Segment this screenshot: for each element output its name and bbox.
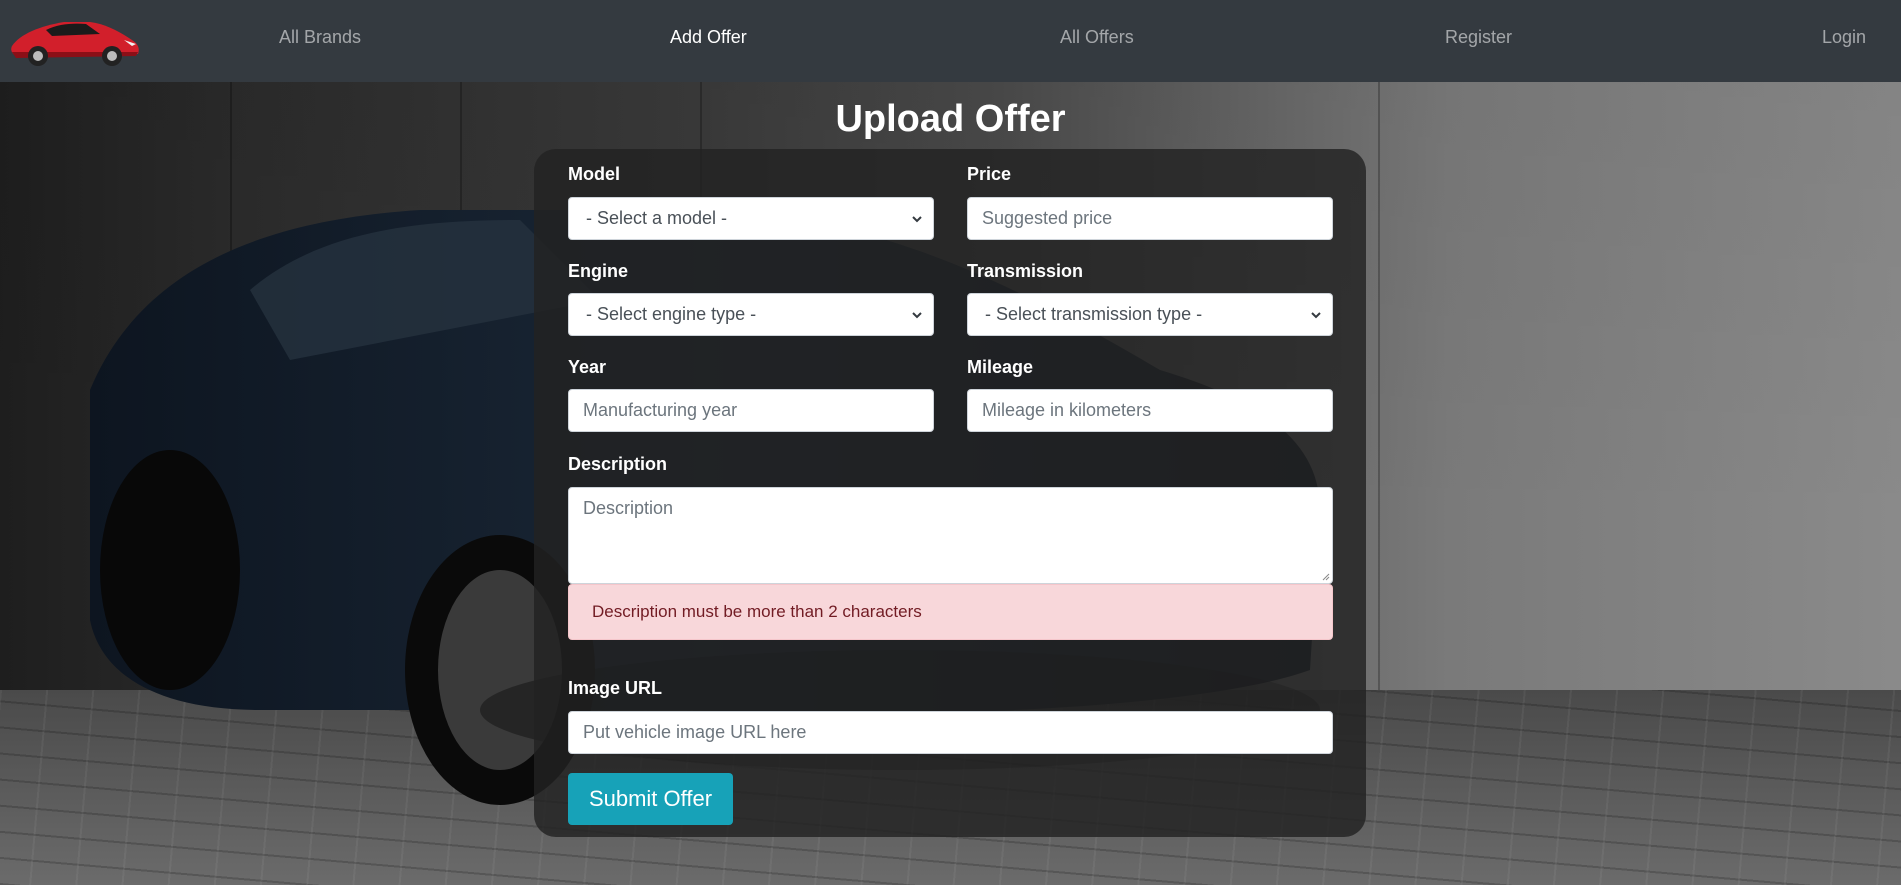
chevron-down-icon [1311, 312, 1321, 319]
nav-link-add-offer[interactable]: Add Offer [670, 27, 747, 48]
navbar: All Brands Add Offer All Offers Register… [0, 0, 1901, 82]
red-sports-car-icon[interactable] [6, 8, 142, 68]
year-label: Year [568, 357, 607, 377]
mileage-label: Mileage [967, 357, 1034, 377]
offer-form: Model - Select a model - Price Suggested… [534, 149, 1366, 837]
chevron-down-icon [912, 216, 922, 223]
year-input[interactable]: Manufacturing year [568, 389, 934, 432]
mileage-input[interactable]: Mileage in kilometers [967, 389, 1333, 432]
image-url-input[interactable]: Put vehicle image URL here [568, 711, 1333, 754]
nav-link-register[interactable]: Register [1445, 27, 1512, 48]
description-textarea[interactable]: Description [568, 487, 1333, 584]
model-label: Model [568, 164, 620, 184]
submit-offer-button[interactable]: Submit Offer [568, 773, 733, 825]
chevron-down-icon [912, 312, 922, 319]
transmission-label: Transmission [967, 261, 1084, 281]
price-label: Price [967, 164, 1012, 184]
nav-link-all-brands[interactable]: All Brands [279, 27, 361, 48]
resize-grip-icon[interactable] [1320, 571, 1330, 581]
nav-link-all-offers[interactable]: All Offers [1060, 27, 1134, 48]
transmission-select-value: - Select transmission type - [985, 304, 1203, 324]
model-select-value: - Select a model - [586, 208, 728, 228]
description-error-alert: Description must be more than 2 characte… [568, 584, 1333, 640]
engine-select[interactable]: - Select engine type - [568, 293, 934, 336]
page-title: Upload Offer [835, 98, 1066, 140]
image-url-label: Image URL [568, 678, 663, 698]
nav-link-login[interactable]: Login [1822, 27, 1866, 48]
transmission-select[interactable]: - Select transmission type - [967, 293, 1333, 336]
engine-label: Engine [568, 261, 629, 281]
engine-select-value: - Select engine type - [586, 304, 757, 324]
description-placeholder: Description [583, 498, 674, 518]
price-input[interactable]: Suggested price [967, 197, 1333, 240]
model-select[interactable]: - Select a model - [568, 197, 934, 240]
description-label: Description [568, 454, 668, 474]
